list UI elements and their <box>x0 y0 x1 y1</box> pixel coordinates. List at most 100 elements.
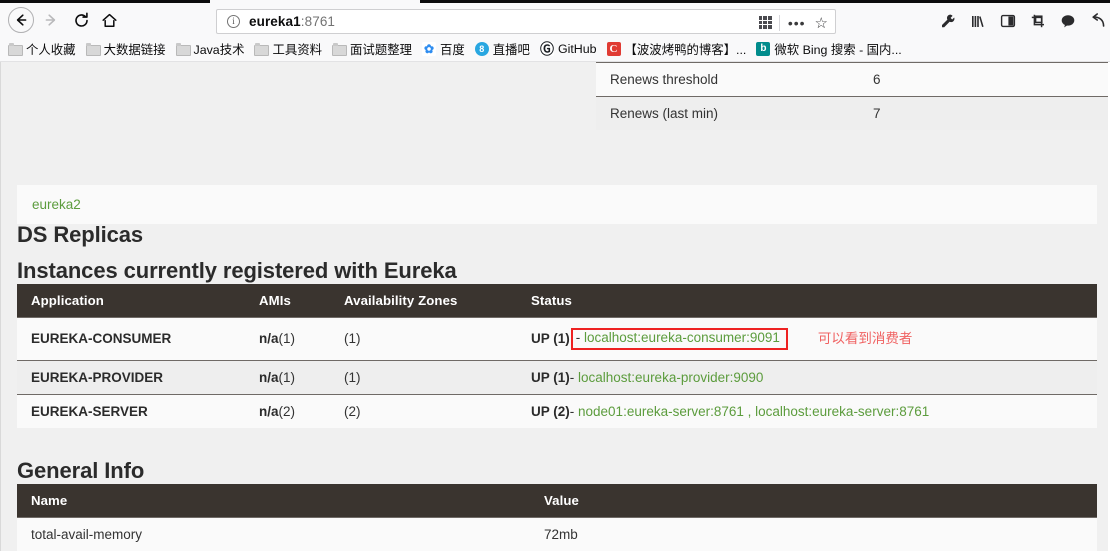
table-header-row: Application AMIs Availability Zones Stat… <box>17 284 1097 318</box>
home-button[interactable] <box>96 7 122 33</box>
bookmark-label: GitHub <box>557 41 597 56</box>
instance-amis-value: n/a <box>259 403 279 419</box>
navigation-toolbar: i eureka1:8761 ••• ☆ <box>0 3 1110 36</box>
bookmark-label: 大数据链接 <box>103 42 166 57</box>
status-prefix: - <box>569 403 579 419</box>
library-icon[interactable] <box>969 12 986 29</box>
bookmark-label: 【波波烤鸭的博客】... <box>624 42 747 57</box>
instances-table: Application AMIs Availability Zones Stat… <box>17 284 1097 428</box>
bookmark-label: 工具资料 <box>272 42 323 57</box>
status-prefix: - <box>569 369 579 385</box>
bookmark-label: Java技术 <box>193 42 245 57</box>
renews-table-partial: Renews threshold 6 Renews (last min) 7 <box>596 62 1108 130</box>
general-info-table-wrap: Name Value total-avail-memory 72mb <box>17 484 1097 551</box>
bookmark-item-3[interactable]: 工具资料 <box>254 40 322 58</box>
instance-status-up: UP (1) <box>531 331 570 346</box>
github-icon: Ⓖ <box>539 40 554 57</box>
general-info-table: Name Value total-avail-memory 72mb <box>17 484 1097 551</box>
pocket-icon[interactable] <box>1059 12 1076 29</box>
bing-icon: b <box>756 41 771 56</box>
url-port: :8761 <box>300 14 336 29</box>
eureka-dashboard-page: Renews threshold 6 Renews (last min) 7 D… <box>0 62 1110 551</box>
instance-application: EUREKA-SERVER <box>17 393 245 428</box>
instance-status: UP (1) - localhost:eureka-consumer:9091 可以… <box>517 317 1097 361</box>
site-info-icon[interactable]: i <box>227 15 240 28</box>
table-row: Renews (last min) 7 <box>596 96 1108 130</box>
instance-amis-value: n/a <box>259 369 279 385</box>
table-row: EUREKA-SERVER n/a(2) (2) UP (2)- node01:… <box>17 393 1097 428</box>
table-row: EUREKA-PROVIDER n/a(1) (1) UP (1)- local… <box>17 359 1097 395</box>
qr-code-icon[interactable] <box>758 16 772 29</box>
instance-status: UP (2)- node01:eureka-server:8761 , loca… <box>517 393 1097 428</box>
sidebar-icon[interactable] <box>999 12 1016 29</box>
bookmark-item-5[interactable]: ✿ 百度 <box>422 40 465 58</box>
ds-replica-link[interactable]: eureka2 <box>32 197 81 212</box>
column-availability-zones: Availability Zones <box>330 284 517 318</box>
folder-icon <box>332 43 348 56</box>
instance-link[interactable]: node01:eureka-server:8761 , localhost:eu… <box>578 404 929 419</box>
instance-amis-count: (2) <box>278 403 296 419</box>
bookmarks-toolbar: 个人收藏 大数据链接 Java技术 工具资料 面试题整理 ✿ 百度 8 直播吧 … <box>0 36 1110 62</box>
bookmark-item-0[interactable]: 个人收藏 <box>8 40 76 58</box>
forward-button[interactable] <box>38 7 64 33</box>
bookmark-item-4[interactable]: 面试题整理 <box>332 40 412 58</box>
folder-icon <box>175 43 191 56</box>
instance-application: EUREKA-CONSUMER <box>17 317 245 361</box>
address-bar[interactable]: i eureka1:8761 ••• ☆ <box>216 9 836 34</box>
bookmark-item-9[interactable]: b 微软 Bing 搜索 - 国内... <box>756 40 902 58</box>
back-button[interactable] <box>8 7 34 33</box>
bookmark-label: 个人收藏 <box>26 42 76 57</box>
instance-amis-value: n/a <box>259 331 279 347</box>
baidu-icon: ✿ <box>422 41 436 56</box>
instance-link[interactable]: localhost:eureka-consumer:9091 <box>584 330 780 345</box>
bookmark-label: 微软 Bing 搜索 - 国内... <box>774 42 902 57</box>
bookmark-star-icon[interactable]: ☆ <box>815 14 828 32</box>
instance-link[interactable]: localhost:eureka-provider:9090 <box>578 370 763 385</box>
column-name: Name <box>17 484 530 518</box>
table-row: EUREKA-CONSUMER n/a(1) (1) UP (1) - local… <box>17 317 1097 361</box>
instance-amis-count: (1) <box>278 331 296 347</box>
status-highlight-box: - localhost:eureka-consumer:9091 <box>570 328 788 350</box>
instance-zones: (2) <box>330 393 517 428</box>
renews-threshold-label: Renews threshold <box>596 62 859 97</box>
table-row: Renews threshold 6 <box>596 62 1108 97</box>
general-info-name: total-avail-memory <box>17 517 530 551</box>
bookmark-item-1[interactable]: 大数据链接 <box>85 40 166 58</box>
column-application: Application <box>17 284 245 318</box>
browser-chrome: i eureka1:8761 ••• ☆ 个人收藏 大数据链接 Java技术 工… <box>0 0 1110 62</box>
renews-table: Renews threshold 6 Renews (last min) 7 <box>596 62 1108 130</box>
undo-icon[interactable] <box>1089 12 1106 29</box>
bookmark-item-6[interactable]: 8 直播吧 <box>474 40 530 58</box>
folder-icon <box>8 43 23 56</box>
table-row: total-avail-memory 72mb <box>17 517 1097 551</box>
renews-lastmin-label: Renews (last min) <box>596 96 859 130</box>
zhibo-icon: 8 <box>474 41 489 56</box>
status-prefix: - <box>575 330 585 345</box>
instances-table-wrap: Application AMIs Availability Zones Stat… <box>17 284 1097 428</box>
ds-replicas-box: eureka2 <box>17 185 1097 224</box>
instance-zones: (1) <box>330 317 517 361</box>
folder-icon <box>85 43 101 56</box>
column-amis: AMIs <box>245 284 330 318</box>
bookmark-label: 百度 <box>440 42 465 57</box>
bookmark-label: 面试题整理 <box>350 42 412 57</box>
annotation-text: 可以看到消费者 <box>817 331 913 346</box>
bookmark-item-8[interactable]: C 【波波烤鸭的博客】... <box>606 40 747 58</box>
instance-status-up: UP (2) <box>531 403 570 419</box>
url-host: eureka1 <box>249 14 301 29</box>
csdn-icon: C <box>606 41 621 56</box>
instance-amis: n/a(1) <box>245 359 330 395</box>
table-header-row: Name Value <box>17 484 1097 518</box>
wrench-icon[interactable] <box>939 12 956 29</box>
page-left-border <box>0 62 1 551</box>
page-actions-icon[interactable]: ••• <box>788 16 806 30</box>
bookmark-item-2[interactable]: Java技术 <box>175 40 245 58</box>
renews-lastmin-value: 7 <box>859 96 1108 130</box>
reload-button[interactable] <box>68 7 94 33</box>
instance-amis: n/a(1) <box>245 317 330 361</box>
back-button-ring <box>8 7 34 33</box>
bookmark-item-7[interactable]: Ⓖ GitHub <box>539 40 597 57</box>
bookmark-label: 直播吧 <box>492 42 530 57</box>
general-info-heading: General Info <box>17 458 145 484</box>
container-tabs-icon[interactable] <box>1029 12 1046 29</box>
